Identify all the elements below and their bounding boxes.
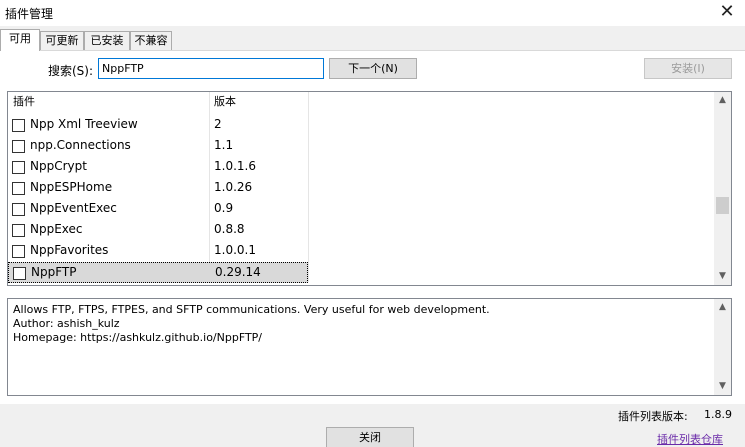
plugin-list-repo-link[interactable]: 插件列表仓库 xyxy=(657,431,723,447)
plugin-version: 2 xyxy=(214,117,222,131)
plugin-name: Npp Xml Treeview xyxy=(30,117,138,131)
list-row[interactable]: NppCrypt 1.0.1.6 xyxy=(8,157,308,178)
scroll-down-icon[interactable]: ▼ xyxy=(714,268,731,285)
description-author: Author: ashish_kulz xyxy=(13,317,120,330)
tab-bar: 可用 可更新 已安装 不兼容 xyxy=(0,29,745,51)
description-text: Allows FTP, FTPS, FTPES, and SFTP commun… xyxy=(13,303,490,316)
close-icon[interactable]: ✕ xyxy=(717,2,737,22)
list-header: 插件 版本 xyxy=(8,92,308,114)
plugin-version: 0.8.8 xyxy=(214,222,245,236)
plugin-version: 1.0.26 xyxy=(214,180,253,194)
row-checkbox[interactable] xyxy=(12,140,25,153)
tab-updates[interactable]: 可更新 xyxy=(40,31,84,50)
scroll-up-icon[interactable]: ▲ xyxy=(714,299,731,316)
plugin-name: NppFavorites xyxy=(30,243,109,257)
description-homepage: Homepage: https://ashkulz.github.io/NppF… xyxy=(13,331,263,344)
list-row-selected[interactable]: NppFTP 0.29.14 xyxy=(8,262,308,283)
plugin-list[interactable]: 插件 版本 Npp Xml Treeview 2 npp.Connections… xyxy=(7,91,732,286)
column-divider xyxy=(308,92,309,282)
list-scrollbar[interactable]: ▲ ▼ xyxy=(714,92,731,285)
scroll-up-icon[interactable]: ▲ xyxy=(714,92,731,109)
row-checkbox[interactable] xyxy=(12,203,25,216)
window-title: 插件管理 xyxy=(5,7,54,21)
list-row[interactable]: NppESPHome 1.0.26 xyxy=(8,178,308,199)
column-header-plugin[interactable]: 插件 xyxy=(8,92,35,114)
row-checkbox[interactable] xyxy=(12,245,25,258)
plugin-version: 0.9 xyxy=(214,201,234,215)
plugin-name: npp.Connections xyxy=(30,138,131,152)
next-button[interactable]: 下一个(N) xyxy=(329,58,417,79)
row-checkbox[interactable] xyxy=(12,119,25,132)
plugin-version: 1.0.1.6 xyxy=(214,159,256,173)
plugin-version: 1.0.0.1 xyxy=(214,243,256,257)
plugin-name: NppFTP xyxy=(31,265,77,279)
tab-installed[interactable]: 已安装 xyxy=(84,31,130,50)
row-checkbox[interactable] xyxy=(12,161,25,174)
list-row[interactable]: NppFavorites 1.0.0.1 xyxy=(8,241,308,262)
plugin-version: 1.1 xyxy=(214,138,234,152)
column-header-version[interactable]: 版本 xyxy=(209,92,236,114)
close-button[interactable]: 关闭 xyxy=(326,427,414,447)
list-row[interactable]: NppExec 0.8.8 xyxy=(8,220,308,241)
search-label: 搜索(S): xyxy=(48,64,94,78)
plugin-name: NppESPHome xyxy=(30,180,113,194)
plugin-name: NppEventExec xyxy=(30,201,117,215)
plugin-name: NppCrypt xyxy=(30,159,87,173)
list-row[interactable]: Npp Xml Treeview 2 xyxy=(8,115,308,136)
row-checkbox[interactable] xyxy=(13,267,26,280)
plugin-version: 0.29.14 xyxy=(215,265,261,279)
description-box[interactable]: Allows FTP, FTPS, FTPES, and SFTP commun… xyxy=(7,298,732,396)
list-version-label: 插件列表版本: xyxy=(618,410,688,423)
row-checkbox[interactable] xyxy=(12,182,25,195)
tab-available[interactable]: 可用 xyxy=(0,29,40,51)
scroll-down-icon[interactable]: ▼ xyxy=(714,378,731,395)
search-input[interactable]: NppFTP xyxy=(98,58,324,79)
description-scrollbar[interactable]: ▲ ▼ xyxy=(714,299,731,395)
tab-incompatible[interactable]: 不兼容 xyxy=(130,31,172,50)
scrollbar-thumb[interactable] xyxy=(716,197,729,214)
plugin-name: NppExec xyxy=(30,222,83,236)
list-row[interactable]: NppEventExec 0.9 xyxy=(8,199,308,220)
row-checkbox[interactable] xyxy=(12,224,25,237)
title-bar: 插件管理 ✕ xyxy=(0,0,745,26)
list-version-value: 1.8.9 xyxy=(704,408,732,421)
list-row[interactable]: npp.Connections 1.1 xyxy=(8,136,308,157)
install-button[interactable]: 安装(I) xyxy=(644,58,732,79)
